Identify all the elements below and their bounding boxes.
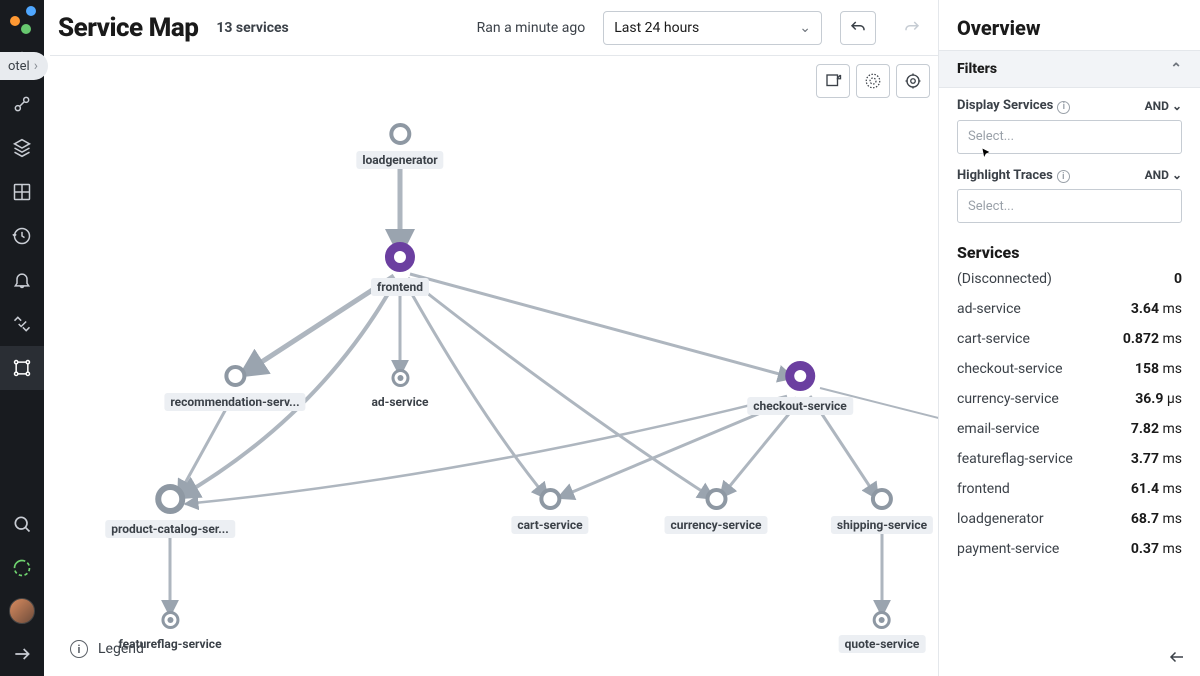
service-latency: 158 ms bbox=[1135, 361, 1182, 377]
nav-usage[interactable] bbox=[0, 546, 44, 590]
service-name: ad-service bbox=[957, 301, 1021, 317]
service-latency: 68.7 ms bbox=[1131, 511, 1182, 527]
left-nav bbox=[0, 0, 44, 676]
service-row[interactable]: frontend 61.4 ms bbox=[939, 474, 1200, 504]
service-row[interactable]: featureflag-service 3.77 ms bbox=[939, 444, 1200, 474]
node-loadgenerator[interactable]: loadgenerator bbox=[356, 123, 443, 169]
page-title: Service Map bbox=[58, 13, 198, 43]
node-currency[interactable]: currency-service bbox=[664, 488, 767, 534]
service-row[interactable]: payment-service 0.37 ms bbox=[939, 534, 1200, 564]
nav-explore[interactable] bbox=[0, 82, 44, 126]
info-icon: i bbox=[1057, 101, 1070, 114]
chevron-up-icon: ⌃ bbox=[1170, 61, 1182, 77]
nav-history[interactable] bbox=[0, 214, 44, 258]
service-name: loadgenerator bbox=[957, 511, 1044, 527]
service-latency: 36.9 µs bbox=[1135, 391, 1182, 407]
environment-name: otel bbox=[8, 59, 30, 74]
service-name: (Disconnected) bbox=[957, 271, 1052, 287]
service-name: featureflag-service bbox=[957, 451, 1073, 467]
time-range-picker[interactable]: Last 24 hours ⌄ bbox=[603, 11, 822, 45]
page-header: Service Map 13 services Ran a minute ago… bbox=[50, 0, 938, 56]
nav-alerts[interactable] bbox=[0, 258, 44, 302]
service-name: checkout-service bbox=[957, 361, 1063, 377]
services-list-title: Services bbox=[939, 227, 1200, 264]
service-row[interactable]: checkout-service 158 ms bbox=[939, 354, 1200, 384]
highlight-traces-select[interactable]: Select... bbox=[957, 189, 1182, 223]
time-range-label: Last 24 hours bbox=[614, 20, 699, 36]
service-map-canvas[interactable]: loadgenerator frontend recommendation-se… bbox=[50, 56, 938, 676]
display-services-select[interactable]: Select... bbox=[957, 120, 1182, 154]
service-count: 13 services bbox=[216, 20, 288, 36]
services-list: (Disconnected) 0 ad-service 3.64 ms cart-ser… bbox=[939, 264, 1200, 564]
service-latency: 0.37 ms bbox=[1131, 541, 1182, 557]
node-product-catalog[interactable]: product-catalog-ser... bbox=[105, 484, 235, 538]
service-latency: 3.77 ms bbox=[1131, 451, 1182, 467]
node-shipping[interactable]: shipping-service bbox=[831, 488, 933, 534]
nav-search[interactable] bbox=[0, 502, 44, 546]
service-latency: 7.82 ms bbox=[1131, 421, 1182, 437]
service-latency: 61.4 ms bbox=[1131, 481, 1182, 497]
nav-datasets[interactable] bbox=[0, 126, 44, 170]
user-avatar[interactable] bbox=[9, 598, 35, 624]
service-row[interactable]: (Disconnected) 0 bbox=[939, 264, 1200, 294]
service-latency: 0 bbox=[1174, 271, 1182, 287]
node-ad[interactable]: ad-service bbox=[365, 369, 434, 411]
service-row[interactable]: ad-service 3.64 ms bbox=[939, 294, 1200, 324]
node-quote[interactable]: quote-service bbox=[839, 611, 926, 653]
overview-title: Overview bbox=[939, 0, 1200, 50]
node-recommendation[interactable]: recommendation-serv... bbox=[164, 365, 305, 411]
collapse-panel-button[interactable] bbox=[1166, 646, 1188, 668]
service-row[interactable]: email-service 7.82 ms bbox=[939, 414, 1200, 444]
nav-slo[interactable] bbox=[0, 302, 44, 346]
filter-logic-toggle[interactable]: AND ⌄ bbox=[1145, 99, 1182, 113]
service-name: cart-service bbox=[957, 331, 1030, 347]
service-name: email-service bbox=[957, 421, 1039, 437]
undo-button[interactable] bbox=[840, 11, 876, 45]
filter-logic-toggle[interactable]: AND ⌄ bbox=[1145, 168, 1182, 182]
legend[interactable]: i Legend bbox=[70, 640, 144, 658]
service-latency: 0.872 ms bbox=[1123, 331, 1182, 347]
nav-service-map[interactable] bbox=[0, 346, 44, 390]
info-icon: i bbox=[70, 640, 88, 658]
environment-chip[interactable]: otel › bbox=[0, 52, 48, 80]
service-name: payment-service bbox=[957, 541, 1059, 557]
overview-panel: Overview Filters ⌃ Display Servicesi AND… bbox=[938, 0, 1200, 676]
display-services-filter: Display Servicesi AND ⌄ Select... bbox=[939, 88, 1200, 158]
app-logo bbox=[8, 6, 36, 34]
node-cart[interactable]: cart-service bbox=[511, 488, 588, 534]
nav-boards[interactable] bbox=[0, 170, 44, 214]
chevron-right-icon: › bbox=[34, 58, 38, 74]
node-frontend[interactable]: frontend bbox=[371, 242, 429, 296]
filters-header[interactable]: Filters ⌃ bbox=[939, 50, 1200, 88]
node-checkout[interactable]: checkout-service bbox=[747, 361, 853, 415]
service-row[interactable]: loadgenerator 68.7 ms bbox=[939, 504, 1200, 534]
service-latency: 3.64 ms bbox=[1131, 301, 1182, 317]
nav-collapse[interactable] bbox=[0, 632, 44, 676]
service-row[interactable]: currency-service 36.9 µs bbox=[939, 384, 1200, 414]
service-name: frontend bbox=[957, 481, 1010, 497]
chevron-down-icon: ⌄ bbox=[799, 20, 811, 36]
service-row[interactable]: cart-service 0.872 ms bbox=[939, 324, 1200, 354]
highlight-traces-filter: Highlight Tracesi AND ⌄ Select... bbox=[939, 158, 1200, 228]
last-run-text: Ran a minute ago bbox=[477, 20, 586, 36]
service-name: currency-service bbox=[957, 391, 1059, 407]
redo-button[interactable] bbox=[894, 11, 930, 45]
info-icon: i bbox=[1057, 170, 1070, 183]
